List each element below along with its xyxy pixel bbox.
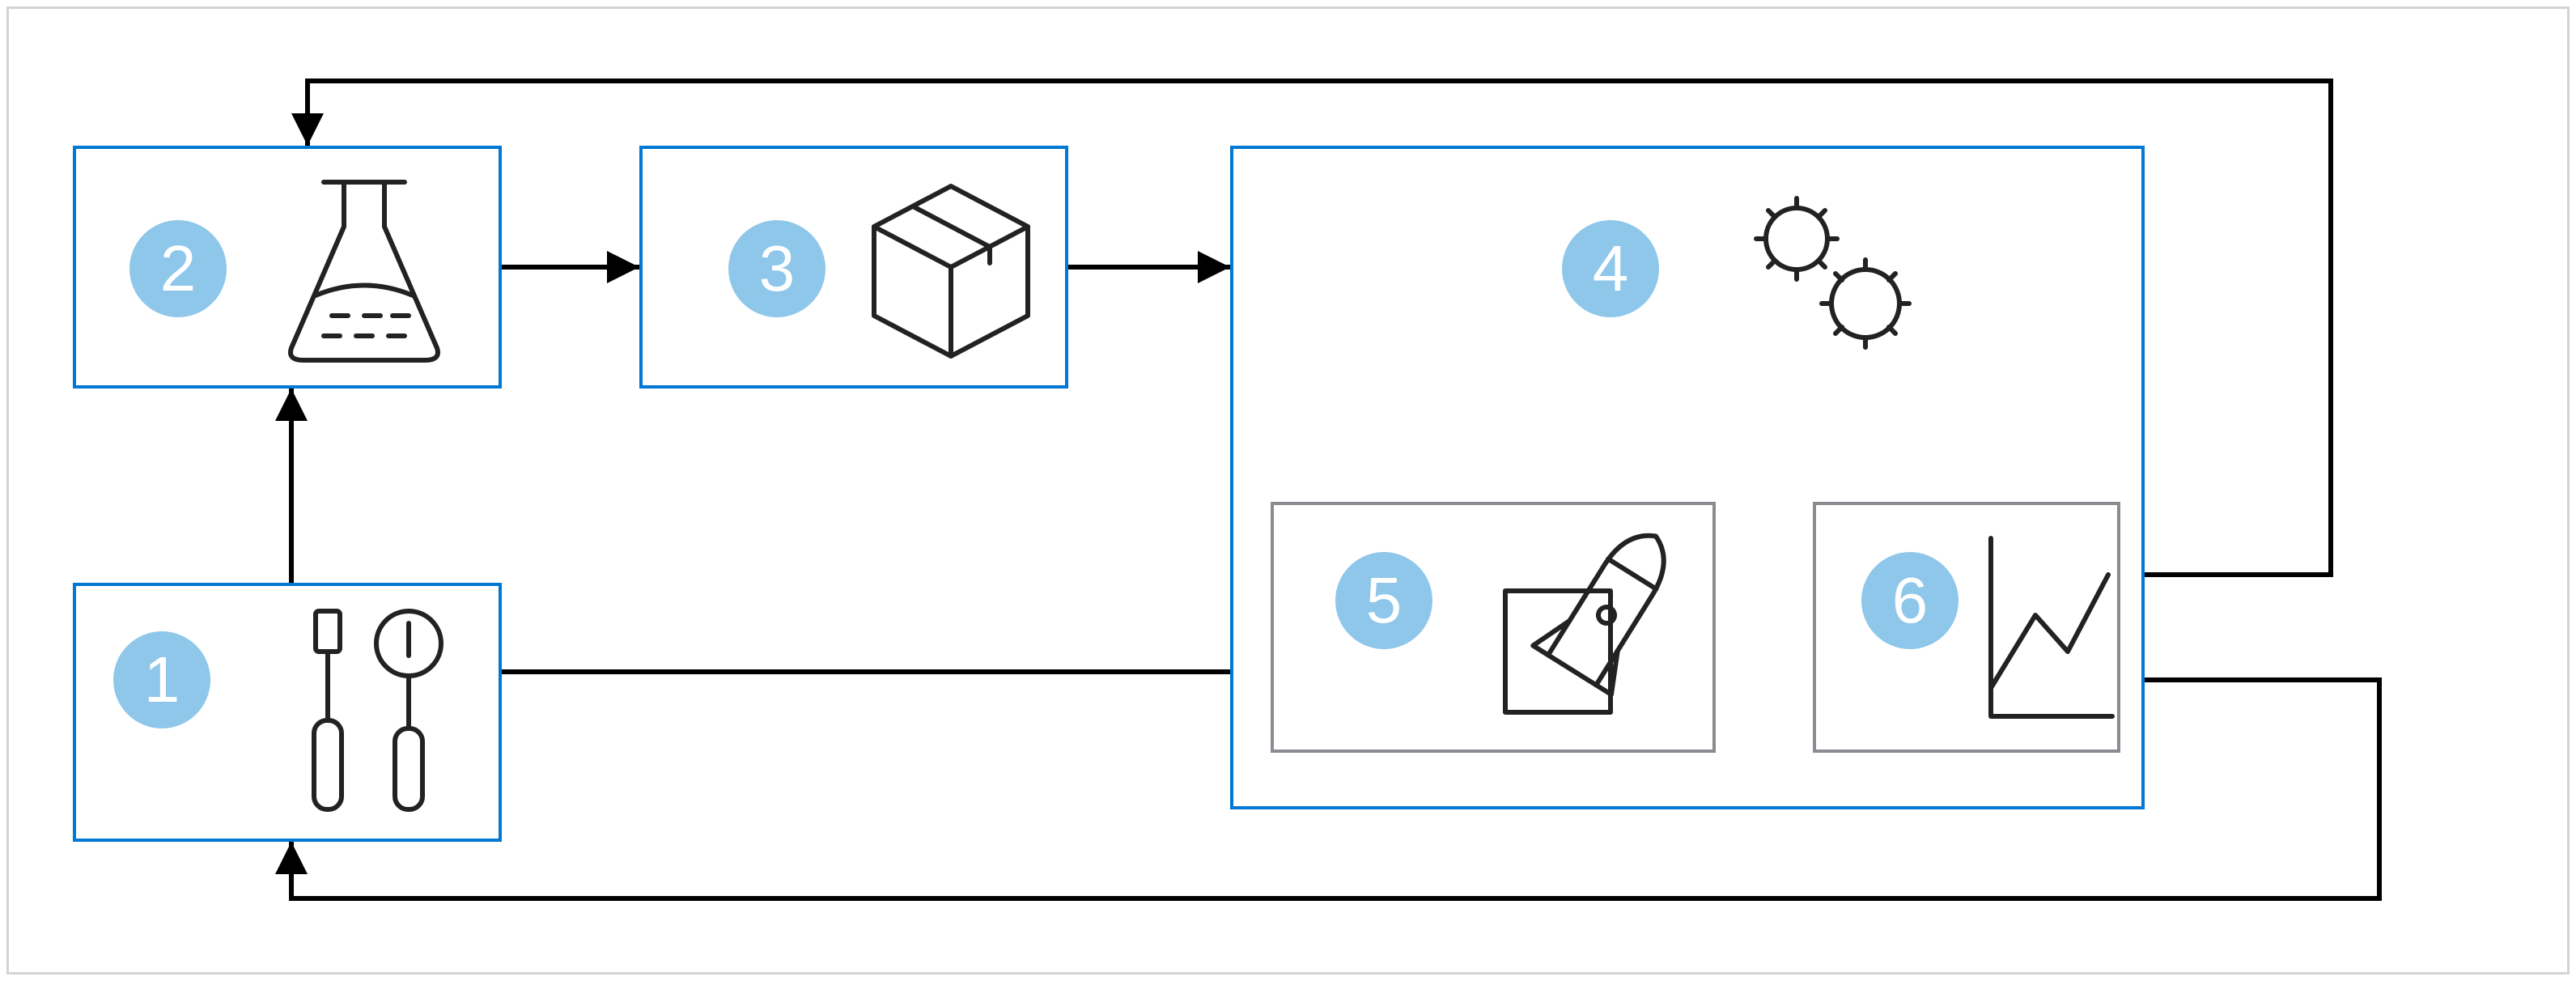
node-2-badge: 2 [129,220,227,317]
chart-icon [1979,526,2116,728]
node-5-number: 5 [1366,563,1403,638]
node-1-number: 1 [144,643,180,717]
node-2-number: 2 [160,231,197,306]
node-1-badge: 1 [113,631,210,728]
node-4-number: 4 [1593,231,1629,306]
node-3-number: 3 [759,231,796,306]
node-5-badge: 5 [1335,552,1432,649]
rocket-icon [1473,518,1700,737]
package-icon [858,174,1044,360]
node-3-badge: 3 [728,220,825,317]
gears-icon [1732,182,1926,360]
node-6-number: 6 [1892,563,1929,638]
node-6-badge: 6 [1861,552,1959,649]
flask-icon [267,170,461,372]
tools-icon [267,599,477,826]
diagram-stage: 1 2 3 4 5 6 [0,0,2576,981]
node-4-badge: 4 [1562,220,1659,317]
